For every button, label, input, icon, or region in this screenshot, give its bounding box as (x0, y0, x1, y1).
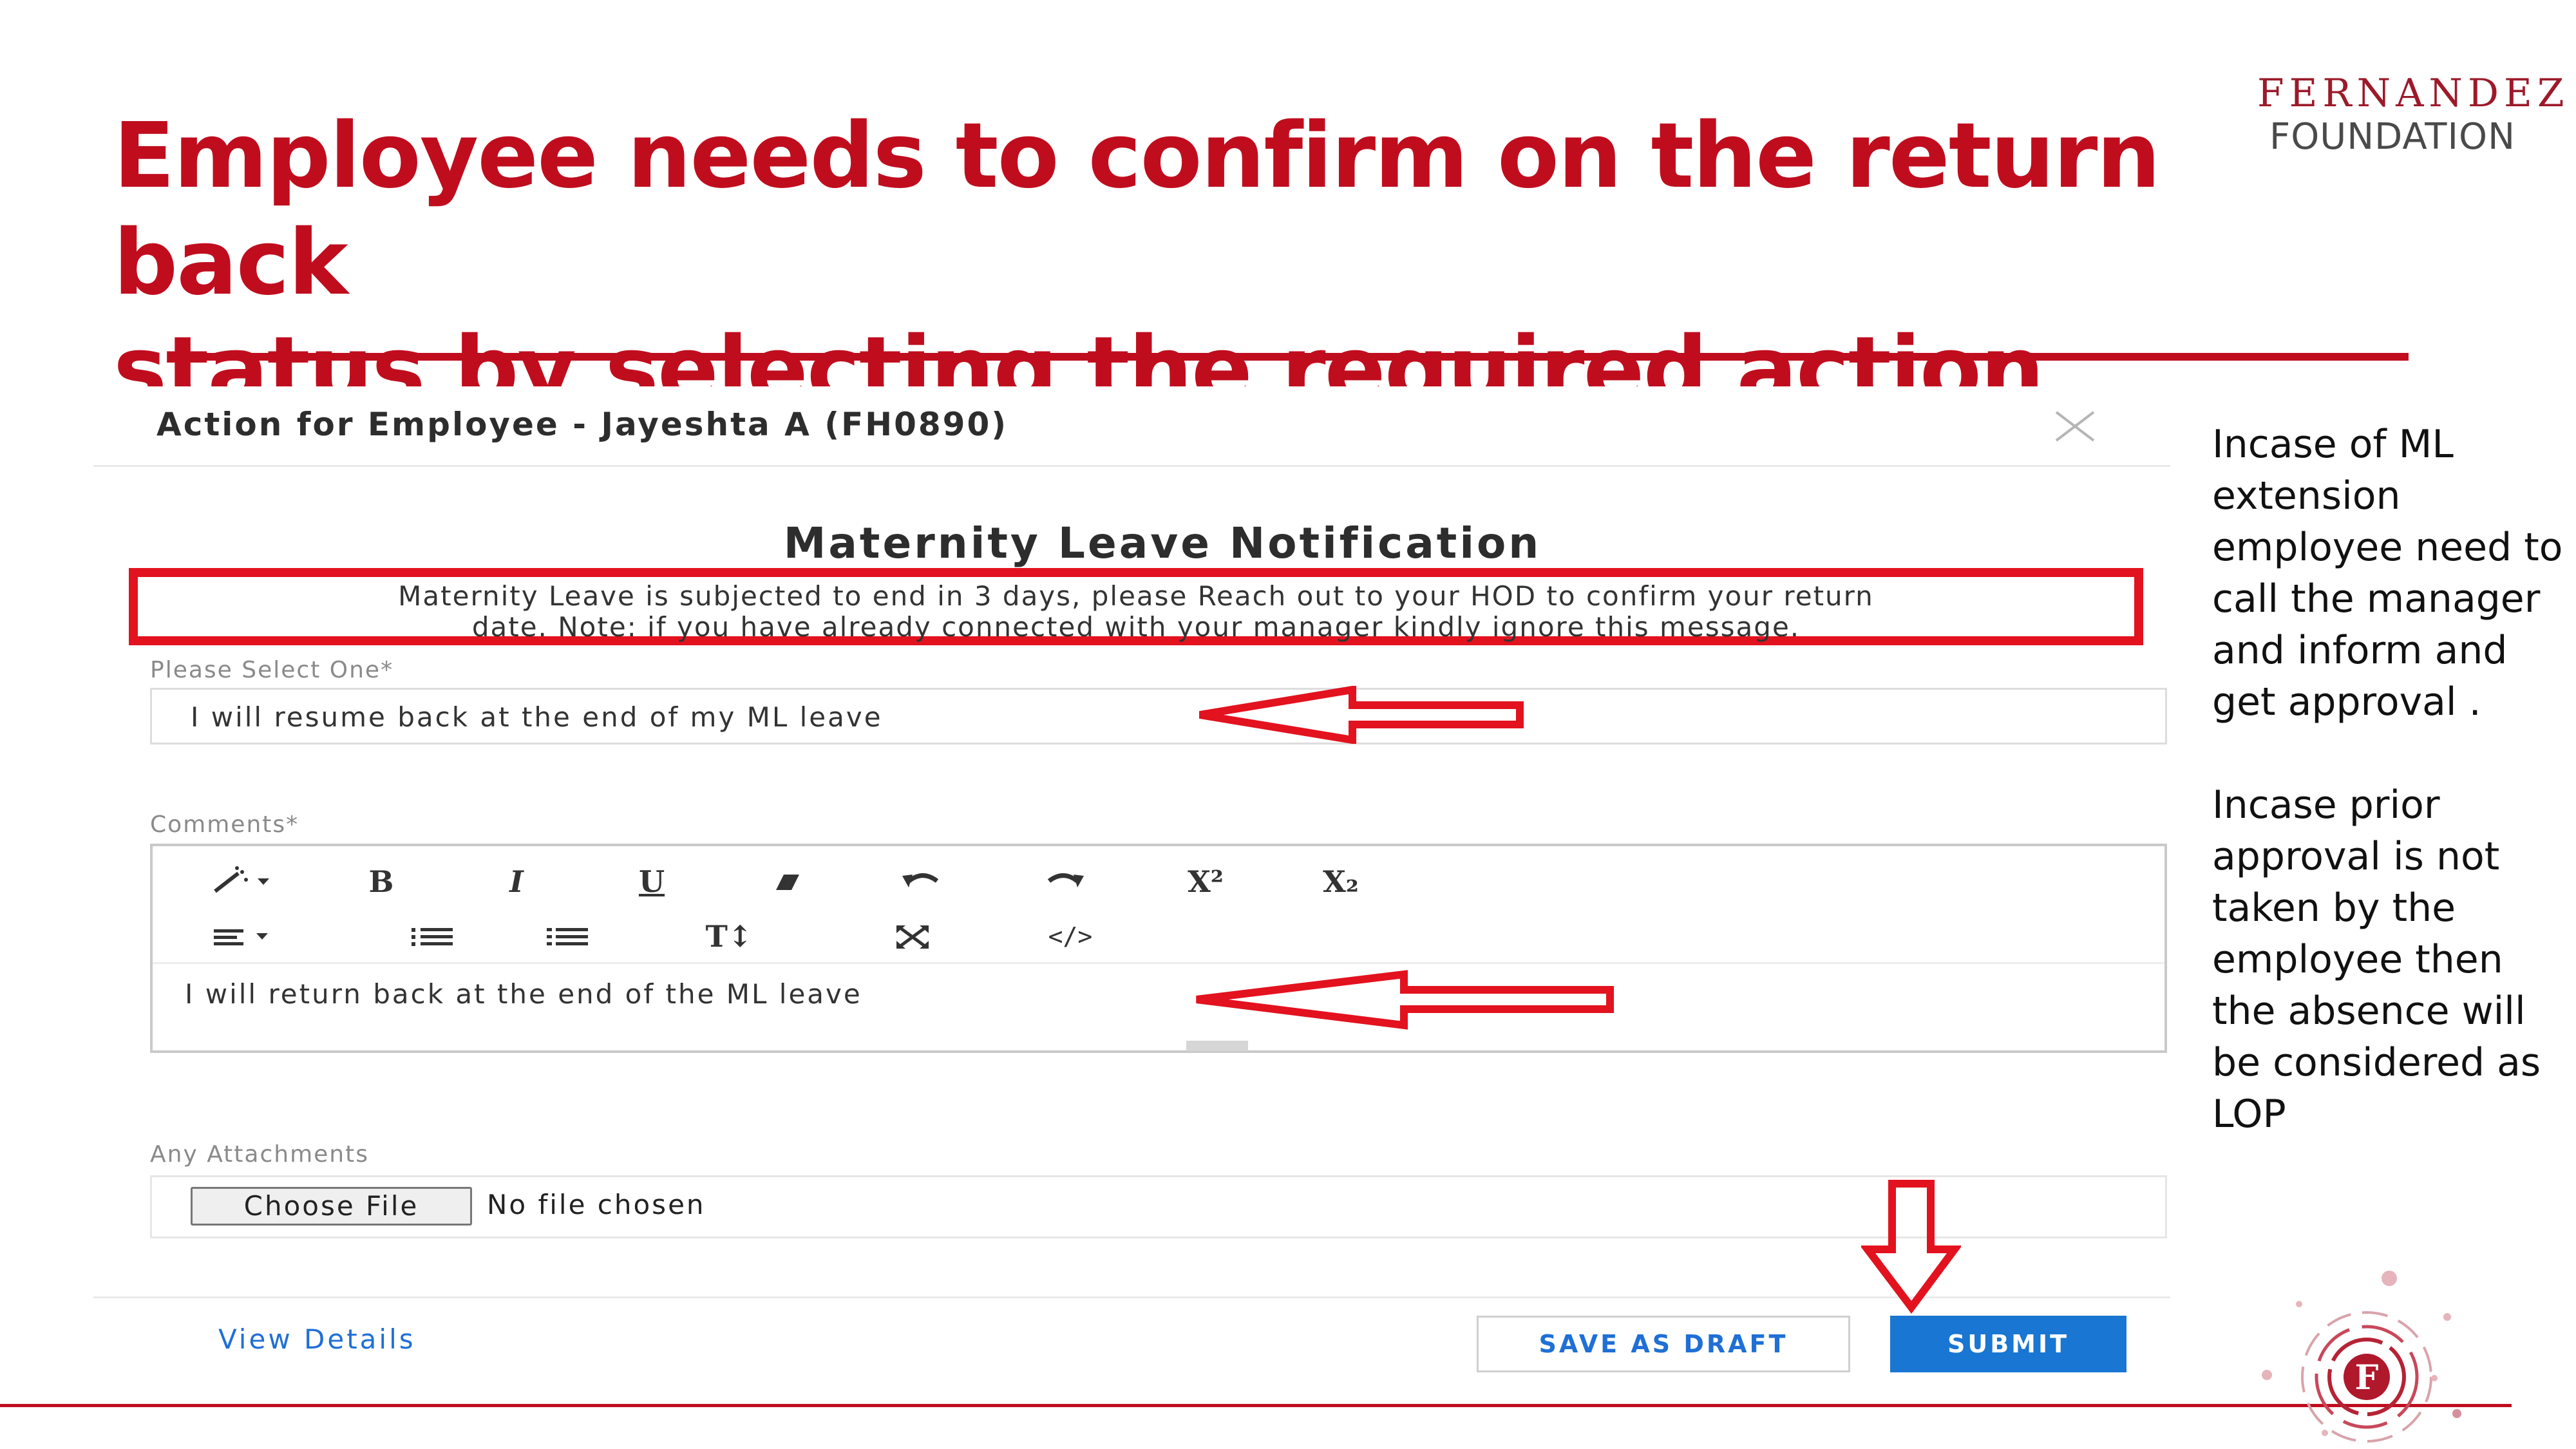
toolbar-divider (153, 962, 2164, 964)
logo-line2: FOUNDATION (2269, 116, 2515, 158)
redo-icon[interactable] (1035, 866, 1093, 898)
foundation-emblem-icon: F (2262, 1271, 2461, 1443)
arrow-to-submit-icon (1861, 1180, 1961, 1314)
comment-text[interactable]: I will return back at the end of the ML … (185, 978, 862, 1010)
modal-footer-divider (93, 1296, 2170, 1298)
side-note: Incase of ML extension employee need to … (2212, 419, 2573, 1191)
slide-title-line1: Employee needs to confirm on the return … (113, 104, 2161, 316)
side-note-paragraph2: Incase prior approval is not taken by th… (2212, 782, 2541, 1137)
file-status: No file chosen (487, 1189, 706, 1220)
view-details-link[interactable]: View Details (218, 1323, 416, 1355)
select-label: Please Select One* (150, 657, 394, 683)
modal-title: Action for Employee - Jayeshta A (FH0890… (156, 406, 1009, 443)
align-dropdown-icon[interactable] (207, 920, 278, 952)
slide-title: Employee needs to confirm on the return … (113, 103, 2174, 424)
notification-line2: date. Note: if you have already connecte… (471, 611, 1801, 643)
logo-line1: FERNANDEZ (2257, 71, 2570, 116)
select-value: I will resume back at the end of my ML l… (191, 701, 883, 733)
choose-file-button[interactable]: Choose File (191, 1187, 472, 1226)
notification-highlight-box: Maternity Leave is subjected to end in 3… (129, 568, 2143, 645)
arrow-to-comment-icon (1196, 970, 1614, 1030)
eraser-icon[interactable] (758, 866, 816, 898)
magic-wand-icon[interactable] (207, 866, 278, 898)
subscript-button[interactable]: X₂ (1312, 866, 1370, 898)
code-view-button[interactable]: </> (1041, 920, 1099, 952)
side-note-paragraph1: Incase of ML extension employee need to … (2212, 422, 2563, 724)
italic-button[interactable]: I (488, 866, 545, 898)
underline-button[interactable]: U (623, 866, 681, 898)
notification-line1: Maternity Leave is subjected to end in 3… (398, 580, 1874, 612)
bold-button[interactable]: B (352, 866, 410, 898)
employee-action-modal: Action for Employee - Jayeshta A (FH0890… (93, 386, 2170, 1397)
superscript-button[interactable]: X² (1177, 866, 1235, 898)
close-icon[interactable] (2052, 407, 2098, 446)
fullscreen-icon[interactable] (884, 920, 942, 952)
unordered-list-icon[interactable] (404, 920, 462, 952)
save-as-draft-button[interactable]: SAVE AS DRAFT (1477, 1316, 1850, 1372)
ordered-list-icon[interactable] (539, 920, 597, 952)
editor-resize-handle[interactable] (1186, 1041, 1248, 1051)
comments-label: Comments* (150, 811, 299, 838)
return-action-select[interactable]: I will resume back at the end of my ML l… (150, 688, 2167, 744)
title-divider (174, 353, 2409, 361)
notification-message: Maternity Leave is subjected to end in 3… (138, 581, 2134, 643)
font-size-dropdown[interactable]: T↕ (687, 920, 771, 952)
arrow-to-select-icon (1199, 686, 1524, 744)
emblem-letter: F (2355, 1358, 2379, 1397)
bottom-divider (0, 1404, 2512, 1407)
fernandez-foundation-logo: FERNANDEZ FOUNDATION (2257, 71, 2570, 158)
notification-heading: Maternity Leave Notification (783, 518, 1542, 568)
undo-icon[interactable] (893, 866, 951, 898)
modal-header: Action for Employee - Jayeshta A (FH0890… (93, 386, 2170, 467)
comments-editor[interactable]: B I U X² X₂ T↕ </> I will return back at… (150, 844, 2167, 1053)
submit-button[interactable]: SUBMIT (1890, 1316, 2126, 1372)
attachments-label: Any Attachments (150, 1141, 369, 1168)
